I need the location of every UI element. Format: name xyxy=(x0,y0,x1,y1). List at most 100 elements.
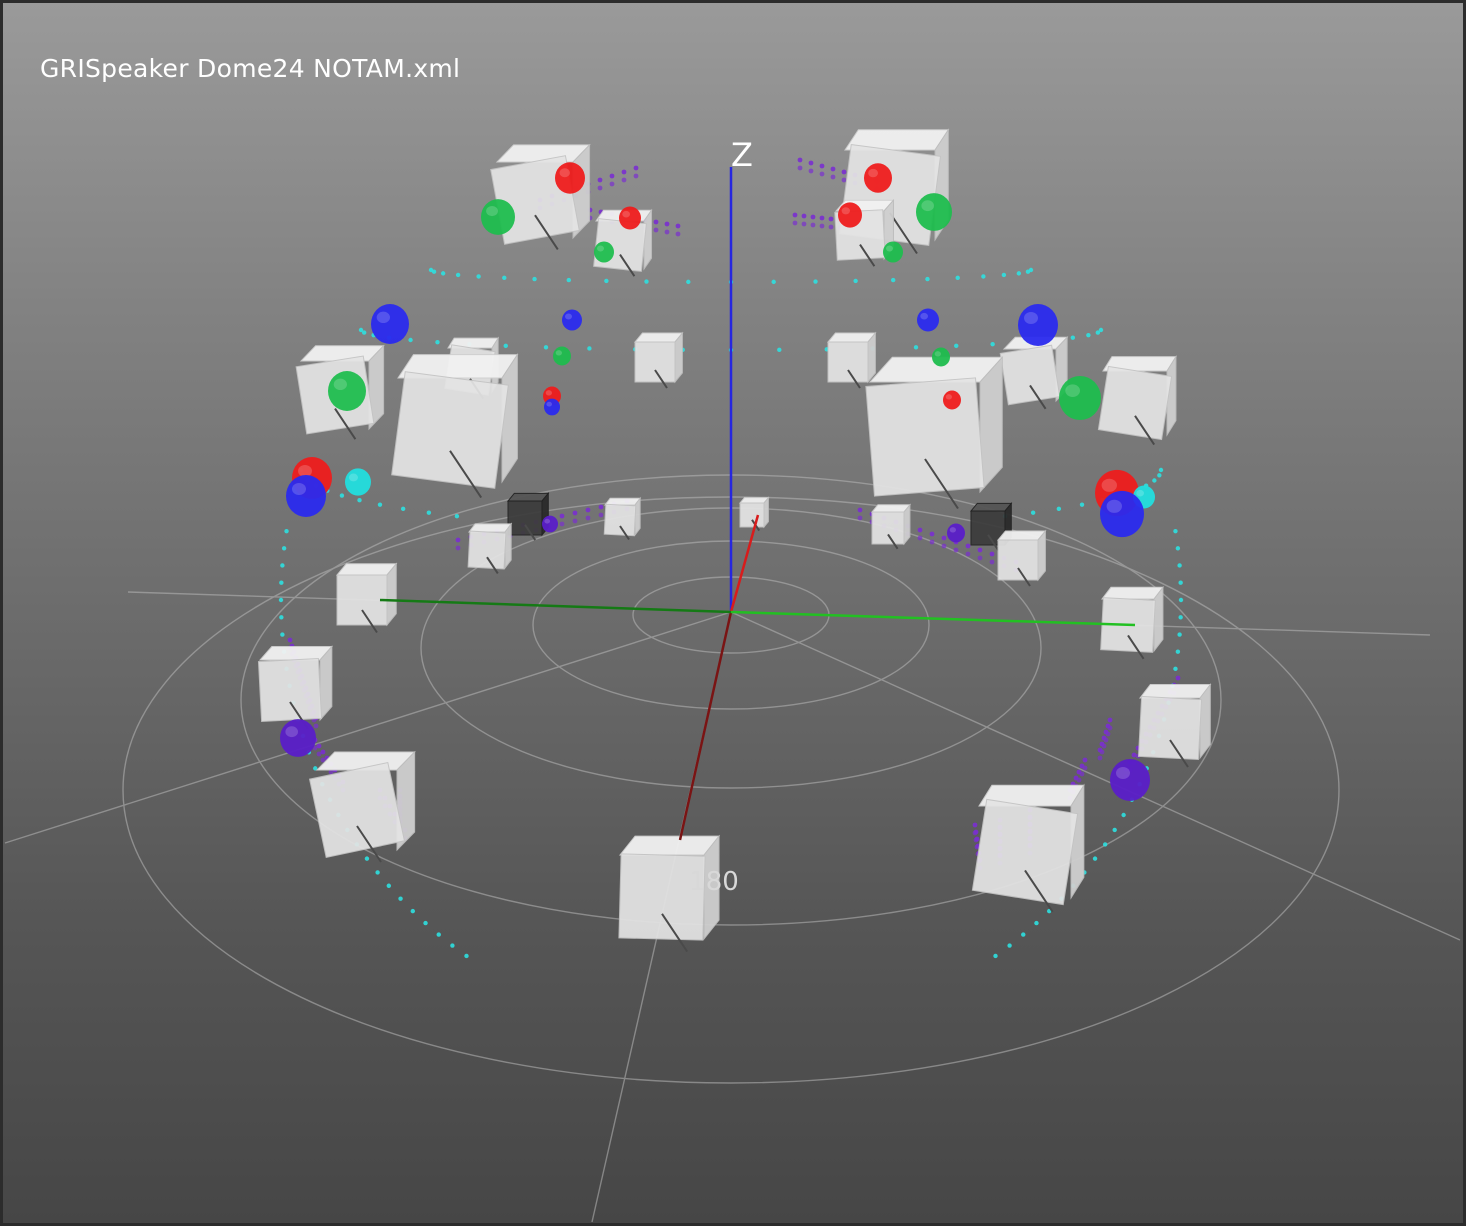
trail-dot-cyan xyxy=(1034,920,1039,926)
y-axis-line-pos xyxy=(730,610,1136,627)
source-sphere-icon[interactable] xyxy=(562,309,582,331)
source-sphere-icon[interactable] xyxy=(1110,759,1150,801)
trail-dot-purple xyxy=(653,227,659,233)
speaker-cube-front xyxy=(467,530,507,570)
sources[interactable] xyxy=(280,162,1155,801)
source-sphere-body xyxy=(864,163,892,193)
trail-dot-purple xyxy=(598,512,604,518)
speaker-cube-icon[interactable] xyxy=(335,562,398,634)
speaker-cube-top xyxy=(826,332,877,343)
trail-dot-purple xyxy=(841,169,847,175)
trail-dot-purple xyxy=(819,215,825,221)
trail-dot-purple xyxy=(857,507,863,513)
speaker-cube-icon[interactable] xyxy=(506,491,550,541)
source-sphere-icon[interactable] xyxy=(328,371,366,411)
dome-scene[interactable]: Z 180 xyxy=(0,0,1466,1226)
trail-dot-cyan xyxy=(1086,332,1091,338)
speaker-cube-icon[interactable] xyxy=(996,529,1047,587)
speaker-cube-icon[interactable] xyxy=(257,645,333,730)
source-sphere-icon[interactable] xyxy=(555,162,585,194)
source-sphere-icon[interactable] xyxy=(553,346,571,366)
source-sphere-icon[interactable] xyxy=(883,241,903,263)
speaker-cube-icon[interactable] xyxy=(1137,683,1212,768)
source-sphere-body xyxy=(947,523,965,543)
trail-dot-purple xyxy=(559,513,565,519)
speaker-cube-side xyxy=(504,522,512,570)
trail-dot-purple xyxy=(316,743,322,749)
source-sphere-icon[interactable] xyxy=(1059,375,1101,421)
speaker-cube-side xyxy=(1153,585,1164,653)
source-sphere-icon[interactable] xyxy=(345,468,371,496)
trail-dot-cyan xyxy=(644,279,649,284)
speaker-cube-front xyxy=(999,344,1061,406)
source-sphere-highlight xyxy=(597,245,604,252)
speaker-cube-side xyxy=(867,331,876,384)
trail-dot-cyan xyxy=(925,276,930,282)
trail-dot-cyan xyxy=(476,274,481,279)
speaker-cube-icon[interactable] xyxy=(1097,354,1177,446)
source-sphere-icon[interactable] xyxy=(371,304,409,344)
source-sphere-icon[interactable] xyxy=(1100,490,1144,538)
trail-dot-purple xyxy=(1107,717,1113,723)
speaker-cube-icon[interactable] xyxy=(603,496,642,541)
trail-dot-purple xyxy=(609,173,615,179)
speaker-cube-icon[interactable] xyxy=(826,331,877,389)
source-sphere-icon[interactable] xyxy=(481,199,515,235)
speaker-cube-icon[interactable] xyxy=(971,783,1085,913)
speaker-cube-front xyxy=(603,503,637,537)
speaker-cube-icon[interactable] xyxy=(308,750,416,863)
source-sphere-icon[interactable] xyxy=(943,390,961,410)
speaker-cube-icon[interactable] xyxy=(999,336,1069,410)
source-sphere-icon[interactable] xyxy=(280,719,316,757)
trail-dot-purple xyxy=(1131,752,1137,758)
speaker-cube-icon[interactable] xyxy=(467,522,513,574)
source-sphere-body xyxy=(1110,759,1150,801)
trail-dot-cyan xyxy=(1177,563,1182,568)
trail-dot-purple xyxy=(797,157,803,163)
trail-dot-purple xyxy=(857,515,863,521)
source-sphere-icon[interactable] xyxy=(619,206,641,230)
speaker-cube-icon[interactable] xyxy=(865,355,1004,510)
source-sphere-icon[interactable] xyxy=(947,523,965,543)
trail-dot-purple xyxy=(810,214,816,220)
source-sphere-icon[interactable] xyxy=(838,202,862,228)
source-sphere-highlight xyxy=(934,351,941,357)
source-sphere-icon[interactable] xyxy=(594,241,614,263)
source-sphere-highlight xyxy=(544,518,550,524)
trail-dot-purple xyxy=(830,174,836,180)
trail-dot-purple xyxy=(929,531,935,537)
trail-dot-cyan xyxy=(364,856,370,861)
source-sphere-icon[interactable] xyxy=(916,193,952,231)
source-sphere-icon[interactable] xyxy=(864,163,892,193)
trail-dot-cyan xyxy=(532,276,537,282)
source-sphere-body xyxy=(286,475,326,517)
source-sphere-icon[interactable] xyxy=(1018,304,1058,346)
source-sphere-icon[interactable] xyxy=(286,475,326,517)
grid-line-diag-2 xyxy=(730,611,1461,941)
trail-dot-cyan xyxy=(954,343,959,349)
trail-dot-purple xyxy=(675,231,681,237)
speaker-cube-icon[interactable] xyxy=(633,331,684,389)
trail-dot-cyan xyxy=(400,506,406,512)
speaker-cube-front xyxy=(871,511,905,545)
speaker-cube-icon[interactable] xyxy=(870,503,912,550)
trail-dot-cyan xyxy=(503,343,508,349)
source-sphere-highlight xyxy=(1101,478,1118,492)
trail-dot-purple xyxy=(455,545,461,551)
source-sphere-icon[interactable] xyxy=(932,347,950,367)
trail-dot-purple xyxy=(810,222,816,228)
source-sphere-icon[interactable] xyxy=(544,398,560,416)
trail-dot-purple xyxy=(572,510,578,516)
source-sphere-icon[interactable] xyxy=(917,308,939,332)
trail-dot-cyan xyxy=(1092,856,1098,861)
source-sphere-icon[interactable] xyxy=(542,515,558,533)
speaker-view-3d[interactable]: GRISpeaker Dome24 NOTAM.xml Z 180 xyxy=(0,0,1466,1226)
trail-dot-cyan xyxy=(955,275,960,281)
speaker-cube-icon[interactable] xyxy=(490,143,591,250)
source-sphere-body xyxy=(345,468,371,496)
speaker-cube-icon[interactable] xyxy=(391,352,519,499)
source-sphere-highlight xyxy=(1136,489,1144,497)
trail-dot-purple xyxy=(977,547,983,553)
trail-dot-cyan xyxy=(566,277,572,283)
source-sphere-highlight xyxy=(546,401,552,407)
